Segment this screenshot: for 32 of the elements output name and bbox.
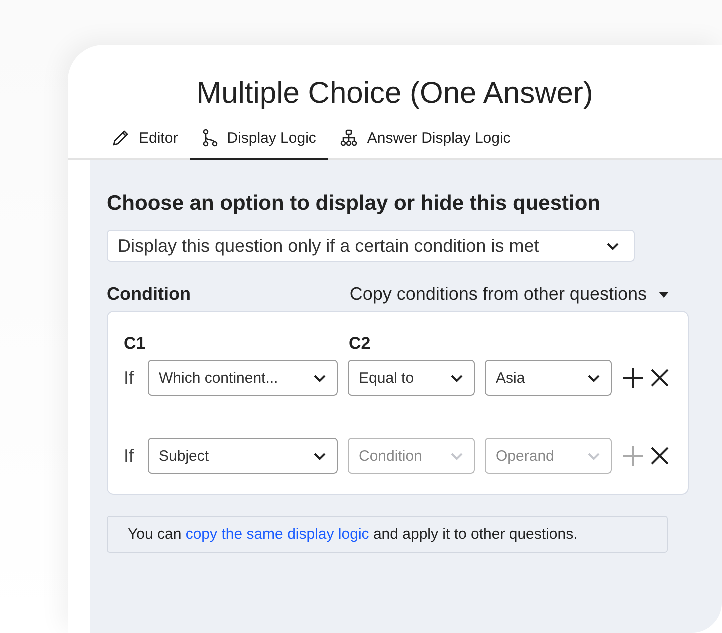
chevron-down-icon	[587, 374, 601, 382]
close-icon[interactable]	[650, 368, 670, 388]
chevron-down-icon	[450, 452, 464, 460]
column-header: C2	[349, 334, 371, 354]
chevron-down-icon	[313, 374, 327, 382]
copy-logic-link[interactable]: copy the same display logic	[186, 526, 370, 543]
tab[interactable]: Answer Display Logic	[328, 121, 523, 160]
pencil-icon	[112, 129, 130, 147]
hierarchy-icon	[340, 129, 358, 147]
tab[interactable]: Editor	[100, 121, 190, 160]
row-prefix: If	[124, 368, 136, 388]
condition-label: Condition	[107, 284, 191, 305]
condition-dropdown[interactable]: Which continent...	[148, 360, 338, 396]
condition-dropdown[interactable]: Equal to	[348, 360, 475, 396]
display-mode-dropdown[interactable]: Display this question only if a certain condition is met	[107, 230, 635, 262]
chevron-down-icon	[450, 374, 464, 382]
dropdown-value: Display this question only if a certain condition is met	[118, 236, 540, 256]
close-icon[interactable]	[650, 446, 670, 466]
row-prefix: If	[124, 446, 136, 466]
branch-icon	[202, 129, 218, 147]
chevron-down-icon	[606, 242, 620, 250]
chevron-down-icon	[587, 452, 601, 460]
copy-conditions-dropdown[interactable]: Copy conditions from other questions	[350, 284, 669, 305]
condition-dropdown[interactable]: Subject	[148, 438, 338, 474]
chevron-down-icon	[313, 452, 327, 460]
question-type-title: Multiple Choice (One Answer)	[196, 76, 594, 112]
column-header: C1	[124, 334, 147, 354]
info-message: You can copy the same display logic and apply it to other questions.	[107, 516, 668, 553]
caret-icon	[659, 292, 669, 298]
add-icon[interactable]	[622, 367, 644, 389]
condition-dropdown[interactable]: Asia	[485, 360, 612, 396]
section-heading: Choose an option to display or hide this question	[107, 192, 602, 216]
